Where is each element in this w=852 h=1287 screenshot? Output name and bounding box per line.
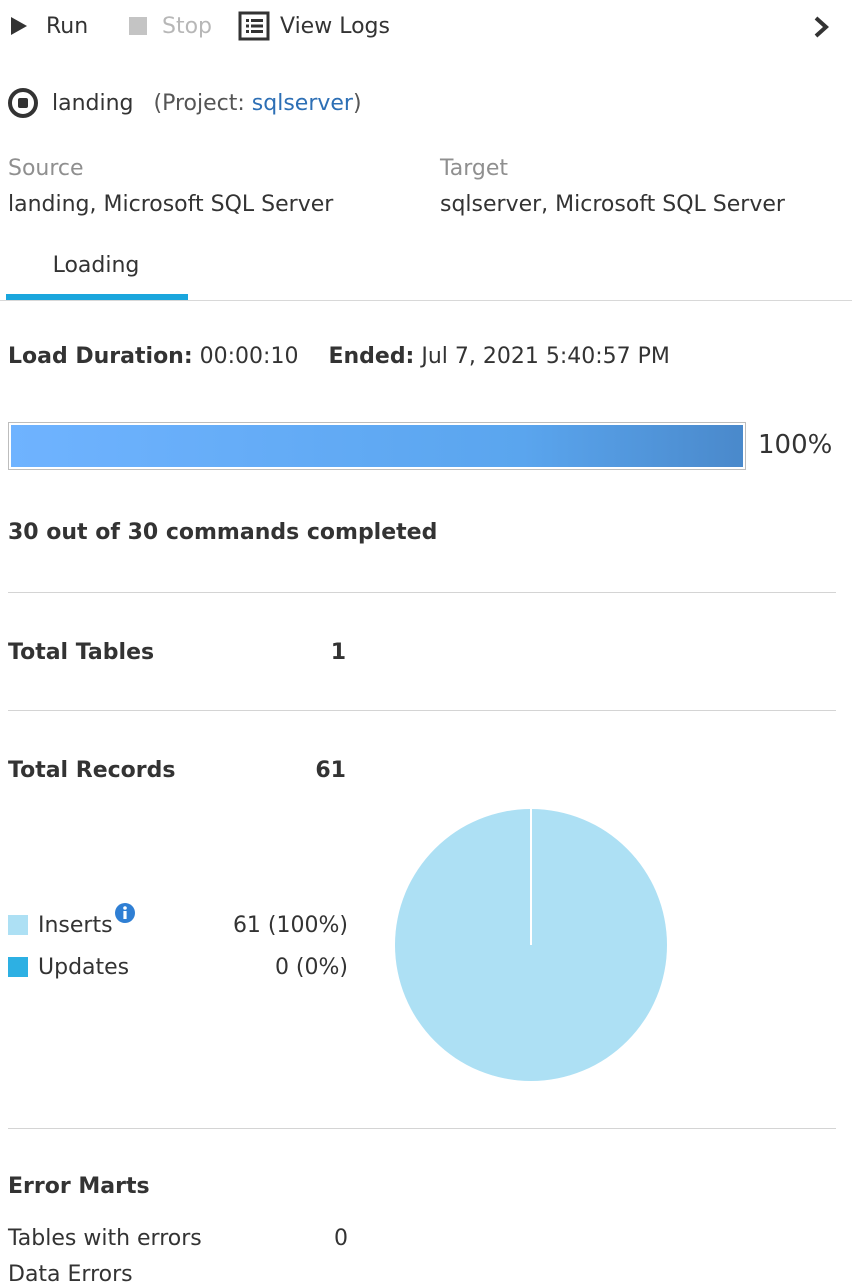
task-monitor-panel: Run Stop View Logs landing (Project: sql… [0,0,852,1287]
source-label: Source [8,156,84,181]
duration-label: Load Duration: [8,344,193,369]
records-pie-chart [395,809,667,1081]
project-prefix: (Project: [153,90,252,116]
log-list-icon [238,11,270,41]
task-name: landing [52,90,134,116]
source-value: landing, Microsoft SQL Server [8,192,334,217]
ended-label: Ended: [328,344,415,369]
run-button[interactable]: Run [10,10,88,42]
inserts-swatch [8,915,28,935]
legend-label: Inserts [38,912,113,938]
task-status-icon [8,88,38,118]
toolbar: Run Stop View Logs [0,0,852,52]
legend-label: Updates [38,954,130,980]
error-marts-title: Error Marts [8,1174,150,1199]
project-suffix: ) [352,90,362,116]
target-value: sqlserver, Microsoft SQL Server [440,192,785,217]
project-link[interactable]: sqlserver [252,91,353,116]
divider [8,1128,836,1129]
total-records-value: 61 [315,758,346,783]
stop-button[interactable]: Stop [128,10,212,42]
info-icon[interactable] [114,903,135,923]
duration-value: 00:00:10 [199,344,299,369]
stop-label: Stop [162,13,213,39]
load-duration-line: Load Duration: 00:00:10 Ended: Jul 7, 202… [8,344,670,369]
task-project: (Project: sqlserver) [154,91,362,116]
tables-with-errors-value: 0 [334,1226,348,1251]
chevron-right-icon[interactable] [810,14,832,40]
progress-bar [8,422,746,470]
total-tables-value: 1 [330,640,346,665]
task-header: landing (Project: sqlserver) [8,86,362,120]
run-label: Run [46,13,89,39]
legend-item-updates: Updates 0 (0%) [8,952,348,982]
legend-item-inserts: Inserts 61 (100%) [8,903,348,940]
progress-fill [11,425,743,467]
target-label: Target [440,156,509,181]
legend-value: 0 (0%) [274,954,348,980]
commands-completed: 30 out of 30 commands completed [8,520,438,545]
play-icon [11,17,27,35]
view-logs-button[interactable]: View Logs [238,10,390,42]
ended-value: Jul 7, 2021 5:40:57 PM [421,344,670,369]
total-records-label: Total Records [8,758,176,783]
divider [8,710,836,711]
progress-percent: 100% [758,430,833,460]
total-tables-label: Total Tables [8,640,155,665]
stop-icon [129,17,147,35]
divider [8,592,836,593]
data-errors-label: Data Errors [8,1262,133,1287]
tab-divider [0,300,852,301]
tab-loading[interactable]: Loading [6,250,186,300]
legend-value: 61 (100%) [232,912,348,938]
updates-swatch [8,957,28,977]
tables-with-errors-label: Tables with errors [8,1226,202,1251]
view-logs-label: View Logs [280,13,390,39]
